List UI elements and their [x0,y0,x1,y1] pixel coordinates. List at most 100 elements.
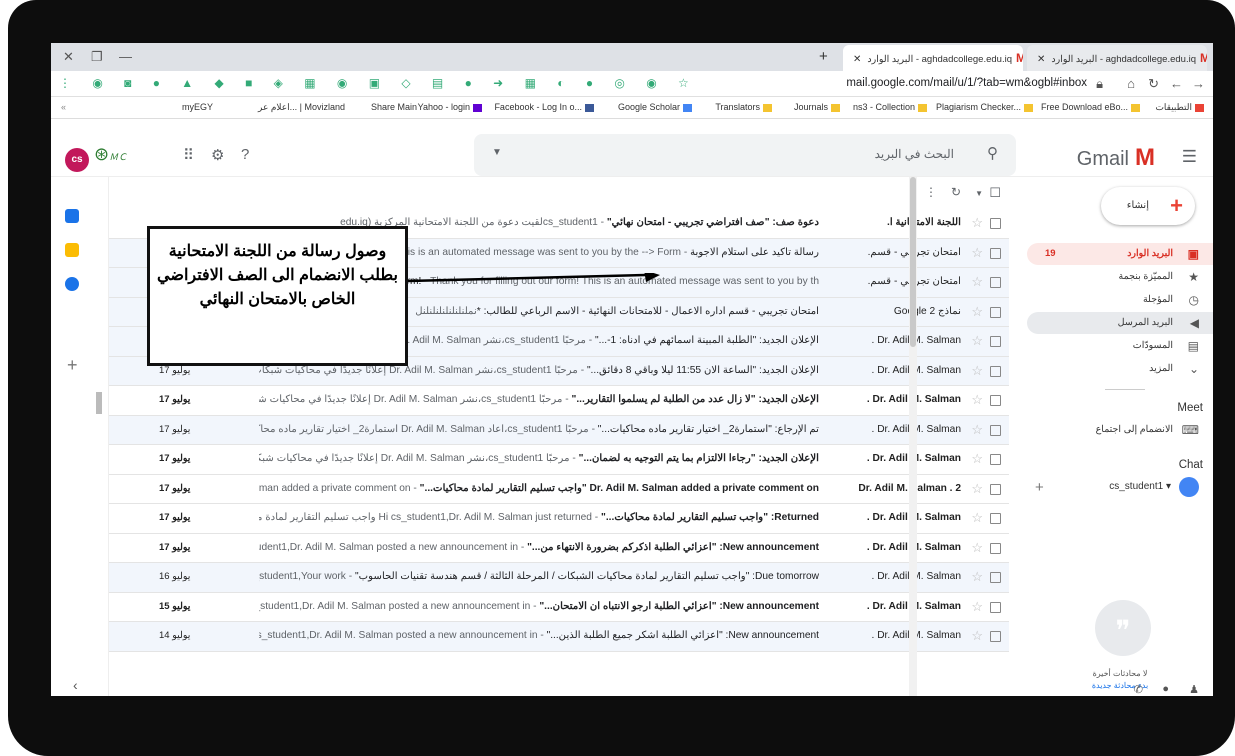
refresh-icon[interactable]: ↻ [951,185,961,199]
help-icon[interactable]: ? [241,146,249,163]
row-checkbox[interactable] [990,218,1001,229]
bookmark-scholar[interactable]: Google Scholar [618,102,695,112]
back-icon[interactable]: → [1192,76,1205,91]
bookmark-plagiarism[interactable]: Plagiarism Checker... [936,102,1036,112]
nav-inbox[interactable]: ▣ البريد الوارد 19 [1027,243,1213,265]
star-icon[interactable]: ☆ [971,628,983,644]
star-icon[interactable]: ☆ [971,245,983,261]
star-icon[interactable]: ☆ [971,540,983,556]
row-checkbox[interactable] [990,572,1001,583]
tab-inbox-2[interactable]: ✕ البريد الوارد - aghdadcollege.edu.iq M [1027,45,1207,71]
new-tab-button[interactable]: + [819,48,828,65]
star-icon[interactable]: ☆ [971,569,983,585]
star-icon[interactable]: ☆ [971,510,983,526]
close-tab-icon[interactable]: ✕ [853,54,861,65]
email-row[interactable]: ☆ Dr. Adil M. Salman . تم الإرجاع: "استمار… [109,415,1009,445]
nav-snoozed[interactable]: ◷ المؤجلة [1027,289,1213,311]
url-field[interactable]: mail.google.com/mail/u/1/?tab=wm&ogbl#in… [846,77,1087,89]
main-menu-icon[interactable]: ☰ [1182,147,1197,167]
bookmarks-overflow[interactable]: « [61,102,66,112]
add-addon-icon[interactable]: + [67,355,78,376]
star-icon[interactable]: ☆ [971,333,983,349]
star-icon[interactable]: ☆ [971,481,983,497]
row-checkbox[interactable] [990,542,1001,554]
lock-icon[interactable]: 🔒︎ [1096,76,1103,92]
row-checkbox[interactable] [990,306,1001,318]
list-scrollbar[interactable] [909,177,917,696]
settings-gear-icon[interactable]: ⚙ [211,146,224,164]
compose-button[interactable]: + إنشاء [1101,187,1195,225]
chat-user[interactable]: ▾ cs_student1 [1029,477,1199,499]
email-row[interactable]: ☆ Dr. Adil M. Salman . New announcement: "… [109,593,1009,622]
bookmark-myegy[interactable]: myEGY [182,102,213,112]
row-checkbox[interactable] [990,454,1001,465]
row-checkbox[interactable] [990,277,1001,288]
person-icon[interactable]: ♟ [1189,683,1199,696]
star-icon[interactable]: ☆ [971,274,983,290]
extension-icons[interactable]: ⋮ ◉ ◙ ● ▲ ◆ ■ ◈ ▦ ◉ ▣ ◇ ▤ ● ➜ ▦ ◐ ● ◎ ◉ … [59,76,698,90]
bookmark-apps[interactable]: التطبيقات [1155,102,1207,113]
email-row[interactable]: ☆ Dr. Adil M. Salman . Returned: "واجب تسل… [109,504,1009,534]
bookmark-sharemain[interactable]: Share Main [371,102,417,112]
nav-more[interactable]: ⌄ المزيد [1027,358,1213,380]
apps-grid-icon[interactable]: ⠿ [183,146,194,164]
row-checkbox[interactable] [990,365,1001,377]
email-row[interactable]: ☆ Dr. Adil M. Salman . New announcement: "… [109,622,1009,652]
search-input[interactable]: البحث في البريد [875,147,954,161]
star-icon[interactable]: ☆ [971,599,983,615]
keep-icon[interactable] [65,243,79,257]
close-window-icon[interactable]: ✕ [63,49,74,65]
star-icon[interactable]: ☆ [971,451,983,467]
select-dropdown-icon[interactable]: ▼ [975,189,983,198]
row-checkbox[interactable] [990,395,1001,406]
row-checkbox[interactable] [990,483,1001,495]
bookmark-facebook[interactable]: Facebook - Log In o... [494,102,597,112]
star-icon[interactable]: ☆ [971,422,983,438]
email-row[interactable]: ☆ Dr. Adil M. Salman . الإعلان الجديد: "لا… [109,386,1009,416]
close-tab-icon[interactable]: ✕ [1037,54,1045,65]
row-checkbox[interactable] [990,247,1001,259]
account-avatar[interactable]: cs [65,148,89,172]
email-row[interactable]: ☆ Dr. Adil M. Salman . Due tomorrow: "واجب… [109,563,1009,593]
bookmark-ns3[interactable]: ns3 - Collection [853,102,930,112]
side-scrollbar[interactable] [96,392,102,414]
star-icon[interactable]: ☆ [971,215,983,231]
email-row[interactable]: ☆ Dr. Adil M. Salman . 2 Dr. Adil M. Salma… [109,475,1009,504]
search-box[interactable]: ⚲ البحث في البريد ▼ [474,134,1016,176]
calendar-icon[interactable] [65,209,79,223]
email-row[interactable]: ☆ Dr. Adil M. Salman . New announcement: "… [109,534,1009,563]
home-icon[interactable]: ⌂ [1127,76,1135,91]
minimize-window-icon[interactable]: — [119,49,132,64]
row-checkbox[interactable] [990,424,1001,436]
search-options-icon[interactable]: ▼ [492,147,502,158]
tab-inbox-1[interactable]: ✕ البريد الوارد - aghdadcollege.edu.iq M [843,45,1023,71]
phone-icon[interactable]: ✆ [1134,683,1143,696]
tasks-icon[interactable] [65,277,79,291]
star-icon[interactable]: ☆ [971,363,983,379]
search-icon[interactable]: ⚲ [987,144,998,162]
bookmark-ebook[interactable]: Free Download eBo... [1041,102,1143,112]
row-checkbox[interactable] [990,336,1001,347]
restore-window-icon[interactable]: ❐ [91,49,103,65]
star-icon[interactable]: ☆ [971,304,983,320]
bookmark-journals[interactable]: Journals [794,102,843,112]
row-checkbox[interactable] [990,601,1001,613]
row-checkbox[interactable] [990,513,1001,524]
bookmark-movizland[interactable]: اعلام عر... | Movizland [258,102,345,113]
collapse-panel-icon[interactable]: ‹ [73,677,78,693]
nav-sent[interactable]: ◀ البريد المرسل [1027,312,1213,334]
scroll-thumb[interactable] [910,177,916,347]
chat-icon[interactable]: ● [1162,683,1169,695]
meet-join[interactable]: ⌨ الانضمام إلى اجتماع [1027,419,1213,441]
star-icon[interactable]: ☆ [971,392,983,408]
nav-starred[interactable]: ★ المميّزة بنجمة [1027,266,1213,288]
bookmark-yahoo[interactable]: Yahoo - login [418,102,485,112]
row-checkbox[interactable] [990,631,1001,642]
new-chat-icon[interactable]: + [1035,479,1044,496]
bookmark-translators[interactable]: Translators [715,102,775,112]
forward-icon[interactable]: ← [1170,76,1183,91]
more-options-icon[interactable]: ⋮ [925,185,937,199]
select-all-checkbox[interactable]: ☐ [989,185,1001,201]
reload-icon[interactable]: ↻ [1148,76,1159,92]
email-row[interactable]: ☆ Dr. Adil M. Salman . الإعلان الجديد: "رج… [109,445,1009,475]
